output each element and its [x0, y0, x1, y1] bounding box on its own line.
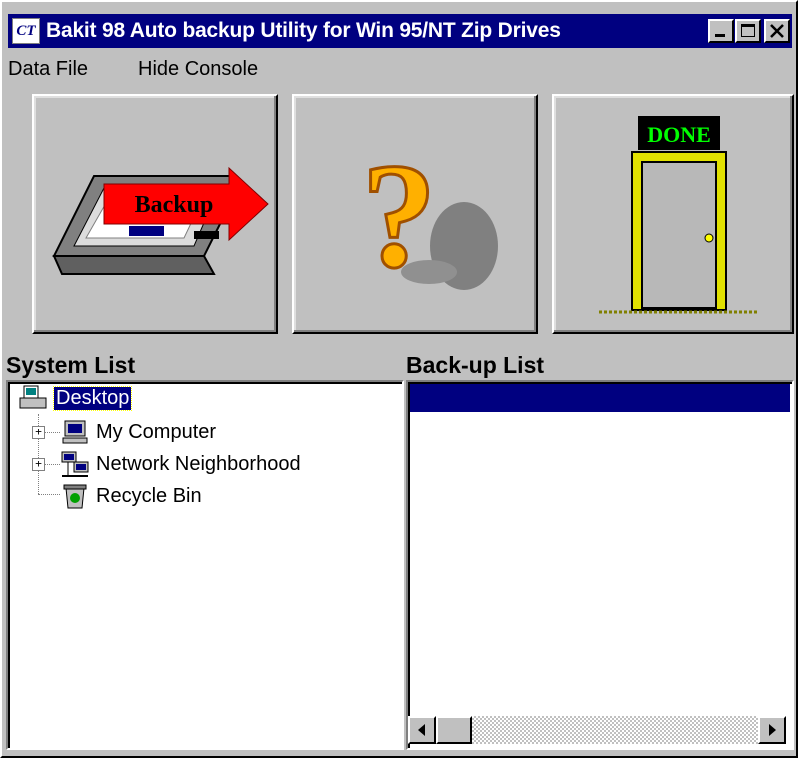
menu-data-file[interactable]: Data File: [8, 58, 88, 81]
maximize-icon: [741, 24, 755, 37]
minimize-icon: [715, 34, 725, 37]
expand-toggle-icon[interactable]: +: [32, 458, 45, 471]
help-button[interactable]: ?: [292, 94, 538, 334]
backup-list-selected-row[interactable]: [410, 384, 790, 412]
question-mark-icon: ?: [360, 132, 498, 301]
close-icon: [770, 24, 784, 38]
backup-list[interactable]: [406, 380, 794, 750]
app-icon[interactable]: CT: [12, 18, 40, 44]
system-list-tree[interactable]: Desktop + My Computer + Network Neighbor…: [6, 380, 404, 750]
scroll-right-button[interactable]: [758, 716, 786, 744]
tree-item-my-computer[interactable]: + My Computer: [16, 418, 316, 448]
backup-label: Backup: [135, 192, 214, 218]
app-icon-text: CT: [16, 23, 36, 39]
scrollbar-thumb[interactable]: [436, 716, 472, 744]
zip-drive-backup-icon: Backup: [52, 166, 269, 275]
done-button[interactable]: DONE: [552, 94, 794, 334]
tree-item-recycle-bin[interactable]: Recycle Bin: [16, 482, 316, 512]
tree-item-desktop[interactable]: Desktop: [16, 384, 216, 414]
tree-item-label: My Computer: [96, 421, 217, 443]
close-button[interactable]: [764, 19, 790, 43]
help-glyph: ?: [362, 133, 437, 299]
desktop-icon: [19, 385, 47, 409]
maximize-button[interactable]: [735, 19, 761, 43]
title-bar[interactable]: CT Bakit 98 Auto backup Utility for Win …: [8, 14, 792, 48]
window-title: Bakit 98 Auto backup Utility for Win 95/…: [46, 19, 561, 42]
computer-icon: [62, 420, 88, 444]
exit-door-icon: DONE: [599, 116, 759, 314]
tree-item-label: Desktop: [52, 386, 133, 411]
expand-toggle-icon[interactable]: +: [32, 426, 45, 439]
network-icon: [61, 451, 89, 477]
arrow-right-icon: [769, 724, 776, 736]
backup-button[interactable]: Backup: [32, 94, 278, 334]
done-label: DONE: [647, 122, 711, 147]
backup-list-heading: Back-up List: [406, 352, 545, 378]
backup-list-horizontal-scrollbar[interactable]: [408, 716, 786, 744]
arrow-left-icon: [418, 724, 425, 736]
scroll-left-button[interactable]: [408, 716, 436, 744]
tree-item-label: Network Neighborhood: [96, 453, 301, 475]
tree-item-label: Recycle Bin: [96, 485, 202, 507]
tree-item-network-neighborhood[interactable]: + Network Neighborhood: [16, 450, 356, 480]
recycle-bin-icon: [63, 484, 87, 509]
menu-hide-console[interactable]: Hide Console: [138, 58, 258, 81]
app-window: CT Bakit 98 Auto backup Utility for Win …: [0, 0, 798, 758]
system-list-heading: System List: [6, 352, 136, 378]
minimize-button[interactable]: [708, 19, 734, 43]
